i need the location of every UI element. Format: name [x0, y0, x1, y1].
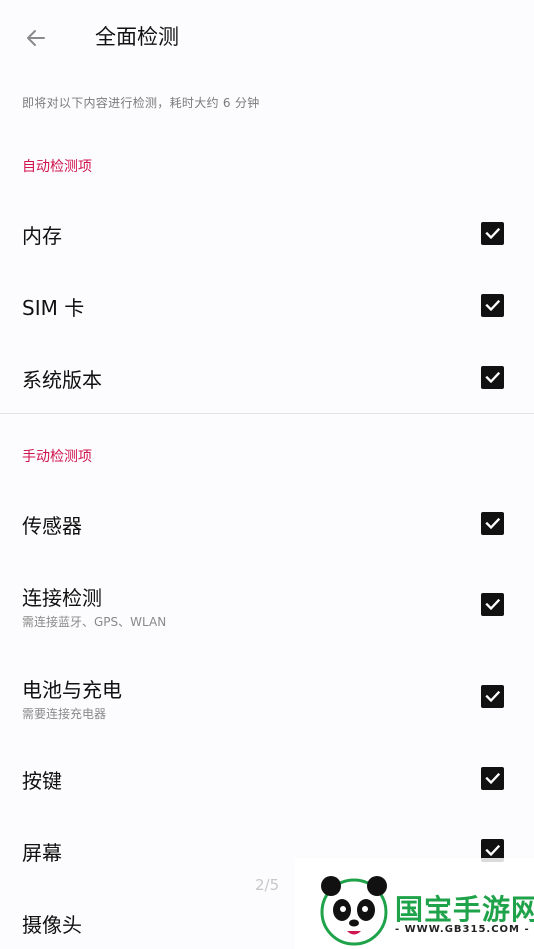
check-item-label: 系统版本: [22, 368, 102, 392]
auto-section-header: 自动检测项: [22, 159, 92, 175]
check-item-system-version[interactable]: 系统版本: [0, 342, 534, 414]
checkbox-checked[interactable]: [481, 512, 504, 535]
check-item-sim[interactable]: SIM 卡: [0, 270, 534, 342]
checkbox-checked[interactable]: [481, 593, 504, 616]
check-item-sublabel: 需连接蓝牙、GPS、WLAN: [22, 615, 167, 629]
checkmark-icon: [485, 844, 501, 857]
checkmark-icon: [485, 299, 501, 312]
watermark-url: - WWW.GB315.COM -: [395, 924, 530, 935]
detection-description: 即将对以下内容进行检测，耗时大约 6 分钟: [22, 96, 260, 110]
checkbox-checked[interactable]: [481, 685, 504, 708]
back-button[interactable]: [16, 18, 56, 58]
checkbox-checked[interactable]: [481, 366, 504, 389]
panda-logo-icon: [320, 876, 388, 946]
checkmark-icon: [485, 227, 501, 240]
checkbox-checked[interactable]: [481, 222, 504, 245]
checkmark-icon: [485, 598, 501, 611]
checkmark-icon: [485, 772, 501, 785]
app-bar: 全面检测: [0, 0, 534, 74]
section-divider: [0, 413, 534, 414]
check-item-label: 屏幕: [22, 841, 62, 865]
check-item-sensors[interactable]: 传感器: [0, 488, 534, 560]
checkmark-icon: [485, 517, 501, 530]
check-item-label: SIM 卡: [22, 296, 85, 320]
page-indicator: 2/5: [255, 876, 280, 894]
check-item-memory[interactable]: 内存: [0, 198, 534, 270]
checkmark-icon: [485, 690, 501, 703]
check-item-label: 内存: [22, 224, 62, 248]
check-item-label: 传感器: [22, 514, 82, 538]
checkbox-checked[interactable]: [481, 294, 504, 317]
check-item-buttons[interactable]: 按键: [0, 743, 534, 815]
check-item-label: 电池与充电: [22, 678, 122, 702]
check-item-sublabel: 需要连接充电器: [22, 707, 107, 721]
page-title: 全面检测: [95, 25, 179, 49]
checkbox-checked[interactable]: [481, 767, 504, 790]
check-item-connectivity[interactable]: 连接检测 需连接蓝牙、GPS、WLAN: [0, 568, 534, 650]
back-arrow-icon: [27, 30, 45, 46]
manual-section-header: 手动检测项: [22, 449, 92, 465]
checkmark-icon: [485, 371, 501, 384]
watermark: 国宝手游网 - WWW.GB315.COM -: [295, 858, 534, 949]
check-item-label: 摄像头: [22, 913, 82, 937]
check-item-label: 按键: [22, 769, 62, 793]
check-item-label: 连接检测: [22, 586, 102, 610]
watermark-title: 国宝手游网: [395, 893, 534, 926]
check-item-battery[interactable]: 电池与充电 需要连接充电器: [0, 660, 534, 742]
